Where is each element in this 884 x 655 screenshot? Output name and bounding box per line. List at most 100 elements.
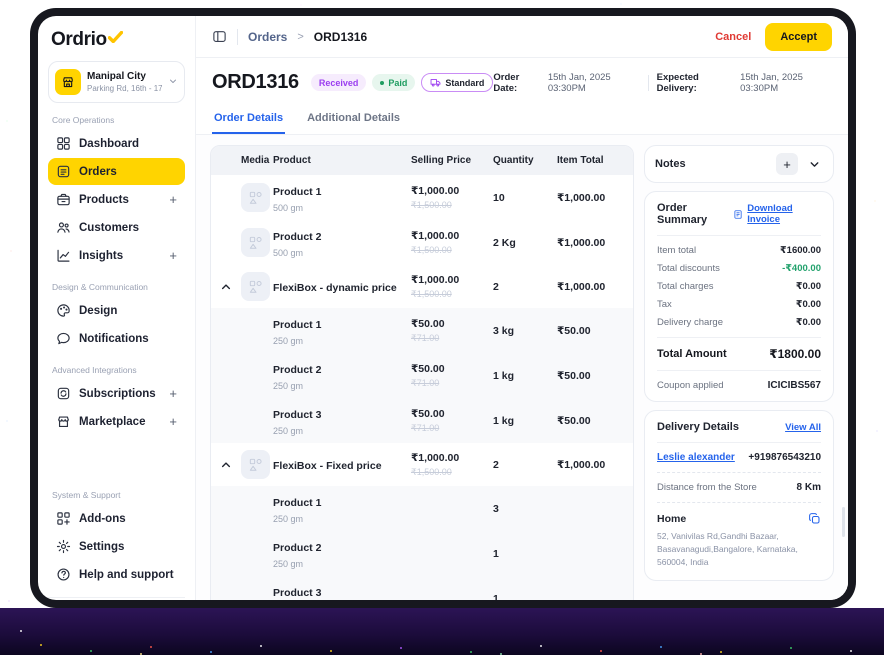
summary-value: ₹0.00 bbox=[796, 281, 821, 292]
col-quantity: Quantity bbox=[493, 155, 557, 166]
original-price: ₹1,500.00 bbox=[411, 245, 493, 256]
quantity: 2 Kg bbox=[493, 237, 557, 249]
product-name: Product 2 bbox=[273, 231, 321, 243]
sidebar-item-design[interactable]: Design bbox=[48, 297, 185, 324]
collapse-chevron-icon[interactable] bbox=[220, 281, 232, 293]
expand-plus-icon[interactable]: + bbox=[169, 417, 177, 427]
sidebar-item-label: Customers bbox=[79, 222, 139, 234]
notes-title: Notes bbox=[655, 158, 686, 170]
nav-section-label: Advanced Integrations bbox=[52, 365, 181, 375]
expand-plus-icon[interactable]: + bbox=[169, 389, 177, 399]
content: Media Product Selling Price Quantity Ite… bbox=[196, 135, 848, 600]
sidebar-item-dashboard[interactable]: Dashboard bbox=[48, 130, 185, 157]
truck-icon bbox=[430, 77, 441, 88]
subscriptions-icon bbox=[56, 386, 71, 401]
item-total: ₹50.00 bbox=[557, 325, 621, 337]
sidebar-item-label: Subscriptions bbox=[79, 388, 156, 400]
scrollbar-thumb[interactable] bbox=[842, 507, 845, 537]
quantity: 1 bbox=[493, 548, 557, 560]
expected-delivery-label: Expected Delivery: bbox=[657, 72, 732, 94]
breadcrumb-orders[interactable]: Orders bbox=[248, 30, 287, 44]
product-name: Product 1 bbox=[273, 186, 321, 198]
table-row-product-2: Product 2250 gm₹50.00₹71.001 kg₹50.00 bbox=[211, 353, 633, 398]
product-weight: 250 gm bbox=[273, 426, 411, 436]
quantity: 2 bbox=[493, 459, 557, 471]
customers-icon bbox=[56, 220, 71, 235]
expand-plus-icon[interactable]: + bbox=[169, 251, 177, 261]
original-price: ₹1,500.00 bbox=[411, 200, 493, 211]
copy-address-icon[interactable] bbox=[808, 512, 821, 525]
accept-button[interactable]: Accept bbox=[765, 23, 832, 51]
order-date-value: 15th Jan, 2025 03:30PM bbox=[548, 72, 640, 94]
col-media: Media bbox=[223, 155, 273, 166]
quantity: 1 bbox=[493, 593, 557, 601]
table-row-product-1: Product 1250 gm3 bbox=[211, 486, 633, 531]
summary-line-total-charges: Total charges₹0.00 bbox=[657, 281, 821, 292]
brand-name: Ordrio bbox=[51, 29, 107, 51]
sidebar-item-subscriptions[interactable]: Subscriptions + bbox=[48, 380, 185, 407]
sidebar-item-help-and-support[interactable]: Help and support bbox=[48, 561, 185, 588]
view-all-link[interactable]: View All bbox=[785, 422, 821, 433]
tab-order-details[interactable]: Order Details bbox=[212, 105, 285, 134]
divider bbox=[657, 235, 821, 236]
sidebar-item-label: Orders bbox=[79, 166, 117, 178]
original-price: ₹71.00 bbox=[411, 378, 493, 389]
design-icon bbox=[56, 303, 71, 318]
order-summary-card: Order Summary Download Invoice Item tota… bbox=[644, 191, 834, 402]
col-item-total: Item Total bbox=[557, 155, 621, 166]
sidebar-item-settings[interactable]: Settings bbox=[48, 533, 185, 560]
nav-section-design-communication: Design & CommunicationDesignNotification… bbox=[48, 270, 185, 353]
customer-name-link[interactable]: Leslie alexander bbox=[657, 452, 735, 463]
summary-label: Tax bbox=[657, 299, 672, 310]
item-total: ₹50.00 bbox=[557, 370, 621, 382]
quantity: 1 kg bbox=[493, 415, 557, 427]
selling-price: ₹1,000.00 bbox=[411, 274, 493, 286]
settings-icon bbox=[56, 539, 71, 554]
delivery-details-title: Delivery Details bbox=[657, 421, 739, 433]
product-weight: 250 gm bbox=[273, 559, 411, 569]
products-icon bbox=[56, 192, 71, 207]
product-name: FlexiBox - Fixed price bbox=[273, 460, 382, 472]
table-row-flexibox-dynamic-price: FlexiBox - dynamic price₹1,000.00₹1,500.… bbox=[211, 265, 633, 308]
quantity: 2 bbox=[493, 281, 557, 293]
store-selector[interactable]: Manipal City Parking Rd, 16th - 17th Blo… bbox=[48, 61, 185, 103]
sidebar-item-orders[interactable]: Orders bbox=[48, 158, 185, 185]
tab-bar: Order Details Additional Details bbox=[196, 105, 848, 135]
product-weight: 500 gm bbox=[273, 248, 411, 258]
nav-section-label: Core Operations bbox=[52, 115, 181, 125]
product-name: Product 1 bbox=[273, 319, 321, 331]
expand-plus-icon[interactable]: + bbox=[169, 195, 177, 205]
user-profile[interactable]: Username m@example.com → bbox=[48, 597, 185, 600]
divider bbox=[657, 472, 821, 473]
chevron-down-icon bbox=[168, 73, 178, 91]
distance-value: 8 Km bbox=[797, 482, 821, 493]
selling-price: ₹1,000.00 bbox=[411, 185, 493, 197]
item-total: ₹1,000.00 bbox=[557, 237, 621, 249]
collapse-chevron-icon[interactable] bbox=[220, 459, 232, 471]
add-note-button[interactable]: + bbox=[776, 153, 798, 175]
sidebar-item-marketplace[interactable]: Marketplace+ bbox=[48, 408, 185, 435]
app-window-frame: Ordrio Manipal City Parking Rd, 16th - 1… bbox=[30, 8, 856, 608]
download-invoice-link[interactable]: Download Invoice bbox=[733, 203, 821, 225]
sidebar-toggle-icon[interactable] bbox=[212, 29, 227, 44]
coupon-label: Coupon applied bbox=[657, 380, 724, 391]
sidebar-item-products[interactable]: Products+ bbox=[48, 186, 185, 213]
product-name: Product 2 bbox=[273, 364, 321, 376]
cancel-button[interactable]: Cancel bbox=[715, 31, 751, 43]
tab-additional-details[interactable]: Additional Details bbox=[305, 105, 402, 134]
table-row-product-2: Product 2250 gm1 bbox=[211, 531, 633, 576]
sidebar-item-notifications[interactable]: Notifications bbox=[48, 325, 185, 352]
summary-line-total-discounts: Total discounts-₹400.00 bbox=[657, 263, 821, 274]
divider bbox=[657, 502, 821, 503]
selling-price: ₹1,000.00 bbox=[411, 230, 493, 242]
sidebar-item-label: Settings bbox=[79, 541, 124, 553]
sidebar-item-customers[interactable]: Customers bbox=[48, 214, 185, 241]
sidebar-item-insights[interactable]: Insights+ bbox=[48, 242, 185, 269]
summary-value: ₹0.00 bbox=[796, 299, 821, 310]
product-weight: 250 gm bbox=[273, 336, 411, 346]
sidebar-item-label: Add-ons bbox=[79, 513, 126, 525]
topbar: Orders > ORD1316 Cancel Accept bbox=[196, 16, 848, 58]
customer-phone: +919876543210 bbox=[748, 452, 821, 463]
sidebar-item-add-ons[interactable]: Add-ons bbox=[48, 505, 185, 532]
chevron-down-icon[interactable] bbox=[806, 158, 823, 171]
